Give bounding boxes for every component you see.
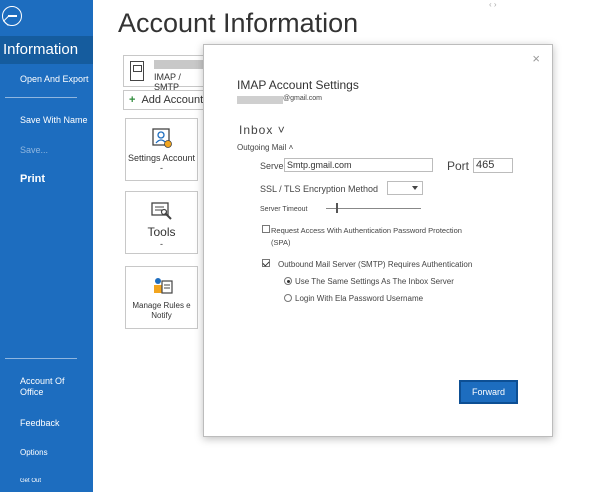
server-timeout-slider-track[interactable]: [326, 208, 421, 209]
same-settings-label: Use The Same Settings As The Inbox Serve…: [295, 277, 454, 286]
sidebar-item-save-with-name[interactable]: Save With Name: [0, 115, 93, 125]
tools-label: Tools: [147, 225, 176, 239]
same-settings-radio[interactable]: [284, 277, 292, 285]
account-settings-icon: [151, 128, 172, 148]
page-title: Account Information: [118, 8, 359, 38]
outgoing-section-toggle[interactable]: Outgoing Mail ˄: [237, 143, 293, 152]
back-arrow-icon[interactable]: [2, 6, 22, 26]
server-input[interactable]: Smtp.gmail.com: [284, 158, 433, 172]
sidebar-item-exit[interactable]: Get Out: [0, 478, 93, 484]
spa-checkbox[interactable]: [262, 225, 270, 233]
email-domain: @gmail.com: [283, 95, 323, 102]
chevron-up-icon: ˄: [288, 143, 294, 152]
smtp-auth-checkbox[interactable]: [262, 259, 270, 267]
tools-dropdown-caret: -: [160, 239, 163, 249]
smtp-auth-label: Outbound Mail Server (SMTP) Requires Aut…: [278, 260, 473, 269]
account-name-redacted: [154, 60, 204, 69]
sidebar-divider: [5, 97, 77, 98]
email-redacted: [237, 96, 283, 104]
account-settings-tile[interactable]: Settings Account -: [125, 118, 198, 181]
ssl-tls-dropdown[interactable]: [387, 181, 423, 195]
add-account-button[interactable]: + Add Account: [123, 90, 208, 110]
window-controls-partial: ‹ ›: [489, 0, 497, 9]
server-timeout-label: Server Timeout: [260, 206, 308, 213]
backstage-sidebar: Information Open And Export Save With Na…: [0, 0, 93, 492]
add-account-label: Add Account: [141, 94, 204, 106]
spa-label: Request Access With Authentication Passw…: [271, 226, 462, 235]
tools-tile[interactable]: Tools -: [125, 191, 198, 254]
chevron-down-icon: ˅: [277, 123, 286, 137]
inbox-section-label: Inbox: [239, 123, 274, 137]
port-input[interactable]: 465: [473, 158, 513, 173]
outgoing-section-label: Outgoing Mail: [237, 143, 287, 152]
account-selector[interactable]: IMAP / SMTP: [123, 55, 208, 92]
manage-rules-tile[interactable]: Manage Rules e Notify: [125, 266, 198, 329]
account-settings-label: Settings Account -: [127, 153, 196, 173]
rules-alerts-icon: [153, 278, 173, 294]
server-label: Server: [260, 161, 287, 171]
forward-button[interactable]: Forward: [459, 380, 518, 404]
imap-account-settings-dialog: × IMAP Account Settings @gmail.com Inbox…: [203, 44, 553, 437]
spa-label-abbrev: (SPA): [271, 238, 291, 247]
sidebar-item-options[interactable]: Options: [0, 448, 93, 457]
sidebar-item-office-account[interactable]: Account Of Office: [0, 376, 70, 398]
inbox-section-toggle[interactable]: Inbox ˅: [239, 123, 286, 137]
close-icon[interactable]: ×: [532, 51, 540, 66]
account-type-label: IMAP / SMTP: [154, 72, 181, 92]
sidebar-item-information[interactable]: Information: [0, 36, 93, 64]
server-timeout-slider-thumb[interactable]: [336, 203, 338, 213]
sidebar-divider: [5, 358, 77, 359]
sidebar-item-feedback[interactable]: Feedback: [0, 418, 93, 428]
port-label: Port: [447, 159, 470, 173]
ssl-tls-label: SSL / TLS Encryption Method: [260, 184, 379, 194]
plus-icon: +: [129, 94, 136, 106]
sidebar-item-save-disabled: Save...: [20, 145, 49, 155]
sidebar-item-open-export[interactable]: Open And Export: [0, 74, 93, 84]
manage-rules-label: Manage Rules e Notify: [132, 301, 191, 320]
login-with-password-radio[interactable]: [284, 294, 292, 302]
tools-icon: [150, 202, 172, 220]
dialog-title: IMAP Account Settings: [237, 78, 359, 92]
sidebar-item-print[interactable]: Print: [0, 173, 93, 185]
outlook-backstage: Information Open And Export Save With Na…: [0, 0, 610, 492]
login-with-password-label: Login With Ela Password Username: [295, 294, 424, 303]
account-file-icon: [130, 61, 144, 81]
